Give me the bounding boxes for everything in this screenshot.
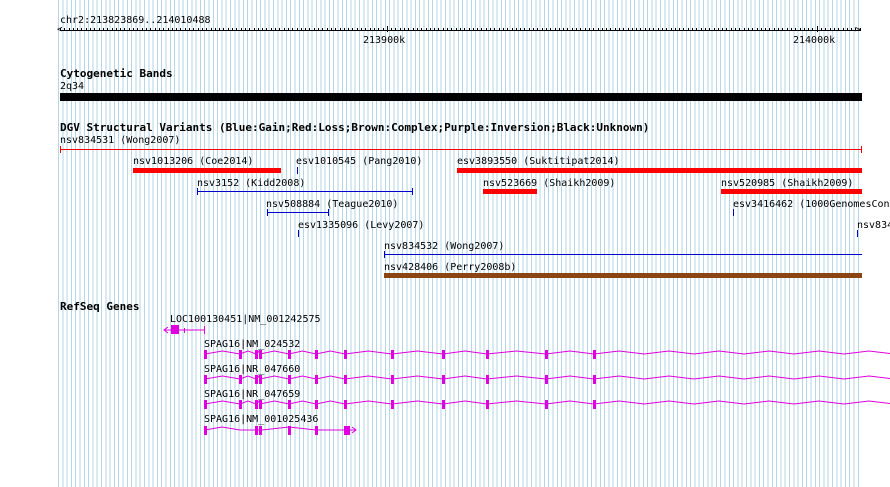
gene-exon	[204, 350, 207, 359]
gene-exon	[315, 350, 318, 359]
gene-exon	[391, 350, 394, 359]
gene-exon	[204, 400, 207, 409]
gene-exon	[204, 426, 207, 435]
gene-exon	[204, 326, 205, 334]
gene-exon	[255, 400, 258, 409]
gene-intron-line	[204, 426, 356, 431]
gene-exon	[171, 325, 179, 334]
refseq-gene-models[interactable]	[0, 0, 890, 487]
gene-exon	[593, 400, 596, 409]
gene-exon	[288, 350, 291, 359]
gene-exon	[255, 375, 258, 384]
gene-exon	[442, 400, 445, 409]
gene-exon	[545, 350, 548, 359]
gene-exon	[204, 375, 207, 384]
gene-exon	[315, 426, 318, 435]
gene-exon	[315, 375, 318, 384]
gene-exon	[442, 375, 445, 384]
gene-exon	[486, 375, 489, 384]
gene-exon	[259, 350, 262, 359]
gene-exon	[288, 375, 291, 384]
gene-exon	[391, 375, 394, 384]
gene-exon	[255, 350, 258, 359]
gene-exon	[315, 400, 318, 409]
gene-exon	[391, 400, 394, 409]
gene-exon	[239, 375, 242, 384]
gene-exon	[344, 426, 350, 435]
gene-exon	[442, 350, 445, 359]
gene-exon	[545, 400, 548, 409]
gene-exon	[259, 400, 262, 409]
gene-exon	[545, 375, 548, 384]
gene-exon	[259, 426, 262, 435]
gene-exon	[184, 328, 185, 333]
gene-exon	[259, 375, 262, 384]
gene-exon	[486, 350, 489, 359]
gene-exon	[344, 400, 347, 409]
gene-exon	[288, 426, 291, 435]
gene-exon	[344, 350, 347, 359]
gene-exon	[239, 400, 242, 409]
gene-exon	[593, 350, 596, 359]
gene-exon	[344, 375, 347, 384]
gene-exon	[288, 400, 291, 409]
gene-exon	[593, 375, 596, 384]
gene-exon	[255, 426, 258, 435]
gene-exon	[486, 400, 489, 409]
gene-exon	[239, 350, 242, 359]
